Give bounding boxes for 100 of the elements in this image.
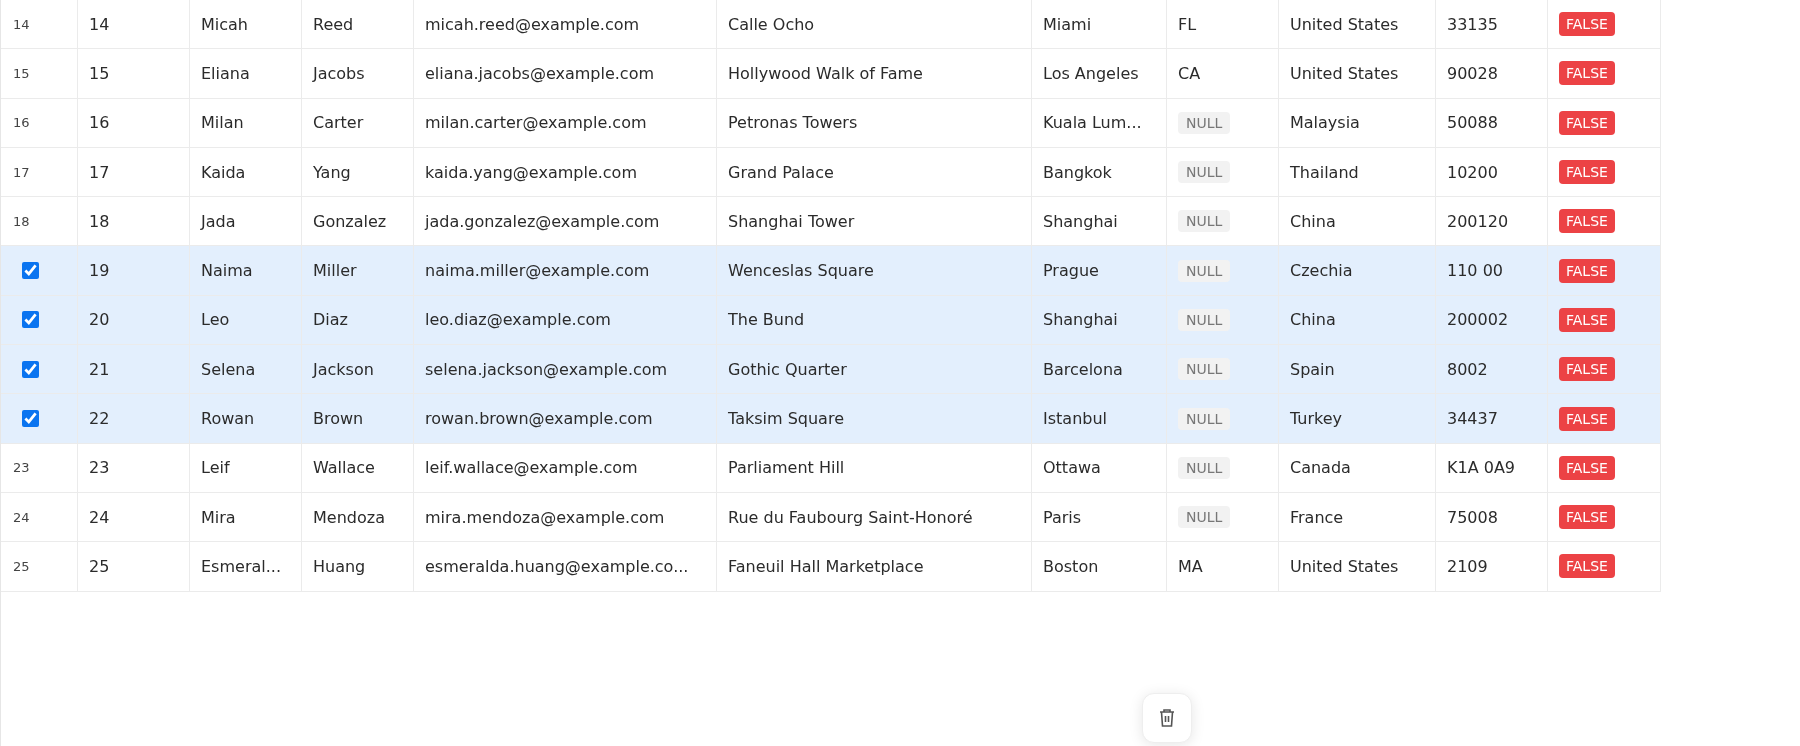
id-cell: 23	[89, 458, 110, 478]
null-badge: NULL	[1178, 407, 1231, 430]
first-name-cell: Eliana	[201, 63, 250, 83]
city-cell: Istanbul	[1043, 409, 1107, 428]
state-cell: CA	[1178, 63, 1201, 83]
state-cell: MA	[1178, 556, 1203, 576]
first-name-cell: Rowan	[201, 409, 255, 428]
zip-cell: 200120	[1447, 211, 1509, 231]
id-cell: 19	[89, 261, 110, 281]
last-name-cell: Gonzalez	[313, 211, 387, 231]
country-cell: United States	[1290, 556, 1399, 576]
row-number: 17	[13, 164, 30, 180]
id-cell: 25	[89, 556, 110, 576]
last-name-cell: Carter	[313, 113, 364, 133]
address-cell: Shanghai Tower	[728, 211, 855, 231]
email-cell: naima.miller@example.com	[425, 261, 650, 281]
last-name-cell: Jacobs	[313, 63, 365, 83]
country-cell: China	[1290, 211, 1336, 231]
address-cell: Parliament Hill	[728, 458, 845, 478]
email-cell: milan.carter@example.com	[425, 113, 647, 133]
row-number: 16	[13, 115, 30, 131]
false-badge: FALSE	[1559, 455, 1615, 480]
delete-button[interactable]	[1142, 693, 1192, 743]
address-cell: The Bund	[728, 310, 805, 330]
email-cell: mira.mendoza@example.com	[425, 507, 665, 527]
zip-cell: 90028	[1447, 63, 1498, 83]
row-number: 18	[13, 213, 30, 229]
city-cell: Paris	[1043, 507, 1082, 527]
row-number: 24	[13, 509, 30, 525]
address-cell: Hollywood Walk of Fame	[728, 63, 923, 83]
email-cell: esmeralda.huang@example.co...	[425, 556, 689, 576]
zip-cell: 2109	[1447, 556, 1488, 576]
null-badge: NULL	[1178, 358, 1231, 381]
email-cell: leo.diaz@example.com	[425, 310, 611, 330]
last-name-cell: Reed	[313, 14, 354, 34]
false-badge: FALSE	[1559, 505, 1615, 530]
address-cell: Petronas Towers	[728, 113, 858, 133]
address-cell: Wenceslas Square	[728, 261, 874, 281]
last-name-cell: Diaz	[313, 310, 348, 330]
first-name-cell: Naima	[201, 261, 253, 281]
zip-cell: 110 00	[1447, 261, 1503, 281]
email-cell: kaida.yang@example.com	[425, 162, 637, 182]
zip-cell: 50088	[1447, 113, 1498, 133]
city-cell: Shanghai	[1043, 310, 1118, 330]
address-cell: Gothic Quarter	[728, 359, 847, 379]
zip-cell: 8002	[1447, 359, 1488, 379]
first-name-cell: Mira	[201, 507, 236, 527]
country-cell: Malaysia	[1290, 113, 1360, 133]
false-badge: FALSE	[1559, 110, 1615, 135]
false-badge: FALSE	[1559, 12, 1615, 37]
id-cell: 22	[89, 409, 110, 428]
false-badge: FALSE	[1559, 554, 1615, 579]
null-badge: NULL	[1178, 308, 1231, 331]
zip-cell: 33135	[1447, 14, 1498, 34]
zip-cell: 34437	[1447, 409, 1498, 428]
row-checkbox[interactable]	[22, 262, 39, 280]
email-cell: leif.wallace@example.com	[425, 458, 638, 478]
city-cell: Miami	[1043, 14, 1092, 34]
first-name-cell: Milan	[201, 113, 244, 133]
address-cell: Grand Palace	[728, 162, 834, 182]
city-cell: Kuala Lum...	[1043, 113, 1142, 133]
city-cell: Ottawa	[1043, 458, 1101, 478]
row-checkbox[interactable]	[22, 410, 39, 427]
id-cell: 24	[89, 507, 110, 527]
last-name-cell: Huang	[313, 556, 366, 576]
null-badge: NULL	[1178, 259, 1231, 282]
city-cell: Los Angeles	[1043, 63, 1139, 83]
city-cell: Barcelona	[1043, 359, 1123, 379]
zip-cell: K1A 0A9	[1447, 458, 1515, 478]
city-cell: Bangkok	[1043, 162, 1112, 182]
email-cell: eliana.jacobs@example.com	[425, 63, 655, 83]
country-cell: Canada	[1290, 458, 1351, 478]
false-badge: FALSE	[1559, 357, 1615, 382]
id-cell: 17	[89, 162, 110, 182]
address-cell: Rue du Faubourg Saint-Honoré	[728, 507, 973, 527]
first-name-cell: Kaida	[201, 162, 246, 182]
row-checkbox[interactable]	[22, 311, 39, 329]
email-cell: jada.gonzalez@example.com	[425, 211, 660, 231]
zip-cell: 75008	[1447, 507, 1498, 527]
row-number: 25	[13, 558, 30, 574]
address-cell: Taksim Square	[728, 409, 844, 428]
city-cell: Shanghai	[1043, 211, 1118, 231]
last-name-cell: Yang	[313, 162, 351, 182]
null-badge: NULL	[1178, 456, 1231, 479]
id-cell: 20	[89, 310, 110, 330]
false-badge: FALSE	[1559, 160, 1615, 185]
email-cell: selena.jackson@example.com	[425, 359, 668, 379]
address-cell: Faneuil Hall Marketplace	[728, 556, 924, 576]
last-name-cell: Miller	[313, 261, 357, 281]
city-cell: Boston	[1043, 556, 1099, 576]
id-cell: 18	[89, 211, 110, 231]
row-checkbox[interactable]	[22, 360, 39, 378]
first-name-cell: Leif	[201, 458, 230, 478]
row-number: 15	[13, 65, 30, 81]
false-badge: FALSE	[1559, 406, 1615, 431]
country-cell: Thailand	[1290, 162, 1359, 182]
id-cell: 21	[89, 359, 110, 379]
false-badge: FALSE	[1559, 258, 1615, 283]
country-cell: France	[1290, 507, 1344, 527]
country-cell: Czechia	[1290, 261, 1353, 281]
